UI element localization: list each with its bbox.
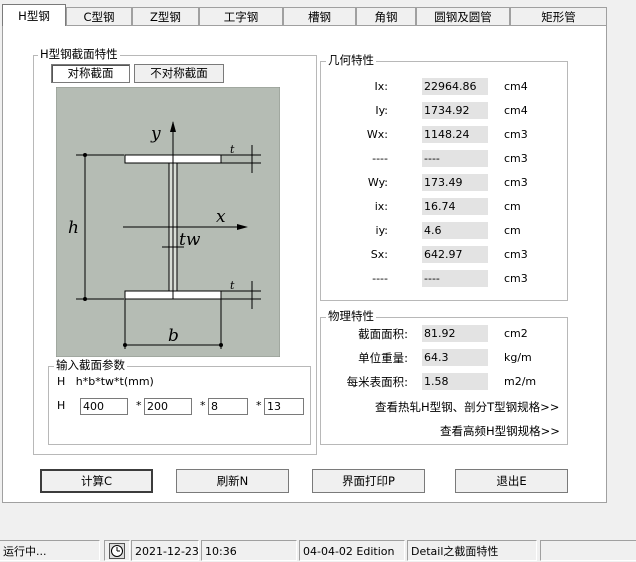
status-empty [540, 540, 636, 561]
flange-thickness-input[interactable]: 13 [264, 398, 304, 415]
physical-value: 81.92 [422, 325, 488, 342]
t-dim-bottom-label: t [230, 279, 235, 292]
geometry-value: 1148.24 [422, 126, 488, 143]
param-prefix-label: H [57, 399, 66, 412]
width-input[interactable]: 200 [144, 398, 192, 415]
tab-z-steel[interactable]: Z型钢 [132, 7, 199, 25]
b-dim-label: b [168, 326, 179, 346]
h-section-diagram: y x h b tw t t [56, 87, 280, 357]
physical-unit: cm2 [504, 327, 528, 340]
geometry-value: 1734.92 [422, 102, 488, 119]
status-date: 2021-12-23 [131, 540, 199, 561]
physical-label: 截面面积: [358, 327, 408, 341]
physical-unit: m2/m [504, 375, 537, 388]
print-button[interactable]: 界面打印P [312, 469, 425, 493]
geometry-unit: cm3 [504, 128, 528, 141]
geometry-unit: cm4 [504, 104, 528, 117]
tab-angle[interactable]: 角钢 [356, 7, 416, 25]
geometry-unit: cm [504, 224, 521, 237]
sep-1: * [136, 399, 142, 412]
b-dim-dot-right [219, 343, 223, 347]
t-dim-top-label: t [230, 143, 235, 156]
geometry-value: ---- [422, 270, 488, 287]
geometry-unit: cm3 [504, 176, 528, 189]
physical-value: 64.3 [422, 349, 488, 366]
clock-icon [109, 543, 125, 559]
h-dim-dot-top [83, 153, 87, 157]
tab-c-steel[interactable]: C型钢 [66, 7, 132, 25]
status-detail: Detail之截面特性 [407, 540, 537, 561]
geometry-title: 几何特性 [326, 53, 376, 67]
geometry-unit: cm3 [504, 248, 528, 261]
y-axis-label: y [150, 124, 161, 144]
calculate-button[interactable]: 计算C [40, 469, 153, 493]
physical-value: 1.58 [422, 373, 488, 390]
physical-unit: kg/m [504, 351, 532, 364]
geometry-label: ---- [372, 152, 388, 165]
geometry-label: ---- [372, 272, 388, 285]
geometry-label: iy: [375, 224, 388, 237]
geometry-label: ix: [374, 200, 388, 213]
status-running: 运行中... [0, 540, 100, 561]
hot-rolled-spec-link[interactable]: 查看热轧H型钢、剖分T型钢规格>> [375, 399, 559, 415]
tab-h-steel[interactable]: H型钢 [2, 4, 66, 26]
geometry-label: Wy: [367, 176, 388, 189]
section-group-title: H型钢截面特性 [38, 47, 120, 61]
geometry-value: 16.74 [422, 198, 488, 215]
sep-2: * [200, 399, 206, 412]
geometry-value: 642.97 [422, 246, 488, 263]
sep-3: * [256, 399, 262, 412]
geometry-label: Ix: [374, 80, 388, 93]
geometry-value: 173.49 [422, 174, 488, 191]
physical-label: 每米表面积: [346, 375, 408, 389]
geometry-unit: cm4 [504, 80, 528, 93]
geometry-value: 4.6 [422, 222, 488, 239]
refresh-button[interactable]: 刷新N [176, 469, 289, 493]
asymmetric-section-button[interactable]: 不对称截面 [134, 64, 224, 83]
geometry-unit: cm3 [504, 272, 528, 285]
geometry-unit: cm3 [504, 152, 528, 165]
h-dim-dot-bottom [83, 297, 87, 301]
tab-rect-tube[interactable]: 矩形管 [510, 7, 607, 25]
high-freq-spec-link[interactable]: 查看高频H型钢规格>> [440, 423, 560, 439]
tab-round-pipe[interactable]: 圆钢及圆管 [416, 7, 510, 25]
exit-button[interactable]: 退出E [455, 469, 568, 493]
geometry-value: 22964.86 [422, 78, 488, 95]
tab-channel[interactable]: 槽钢 [283, 7, 356, 25]
geometry-label: Sx: [370, 248, 388, 261]
geometry-label: Wx: [366, 128, 388, 141]
input-params-formula: H h*b*tw*t(mm) [57, 375, 154, 388]
input-params-title: 输入截面参数 [54, 358, 127, 372]
physical-label: 单位重量: [358, 351, 408, 365]
tab-i-beam[interactable]: 工字钢 [199, 7, 283, 25]
tw-dim-label: tw [179, 230, 201, 250]
tab-strip: H型钢 C型钢 Z型钢 工字钢 槽钢 角钢 圆钢及圆管 矩形管 [0, 0, 636, 26]
physical-title: 物理特性 [326, 309, 376, 323]
height-input[interactable]: 400 [80, 398, 128, 415]
web-thickness-input[interactable]: 8 [208, 398, 248, 415]
status-time: 10:36 [201, 540, 297, 561]
geometry-label: Iy: [375, 104, 388, 117]
geometry-value: ---- [422, 150, 488, 167]
h-dim-label: h [68, 218, 79, 238]
b-dim-dot-left [123, 343, 127, 347]
status-clock-cell [104, 540, 130, 561]
symmetric-section-button[interactable]: 对称截面 [51, 64, 130, 83]
diagram-background [56, 87, 280, 357]
status-edition: 04-04-02 Edition [299, 540, 405, 561]
geometry-unit: cm [504, 200, 521, 213]
x-axis-label: x [216, 207, 226, 227]
